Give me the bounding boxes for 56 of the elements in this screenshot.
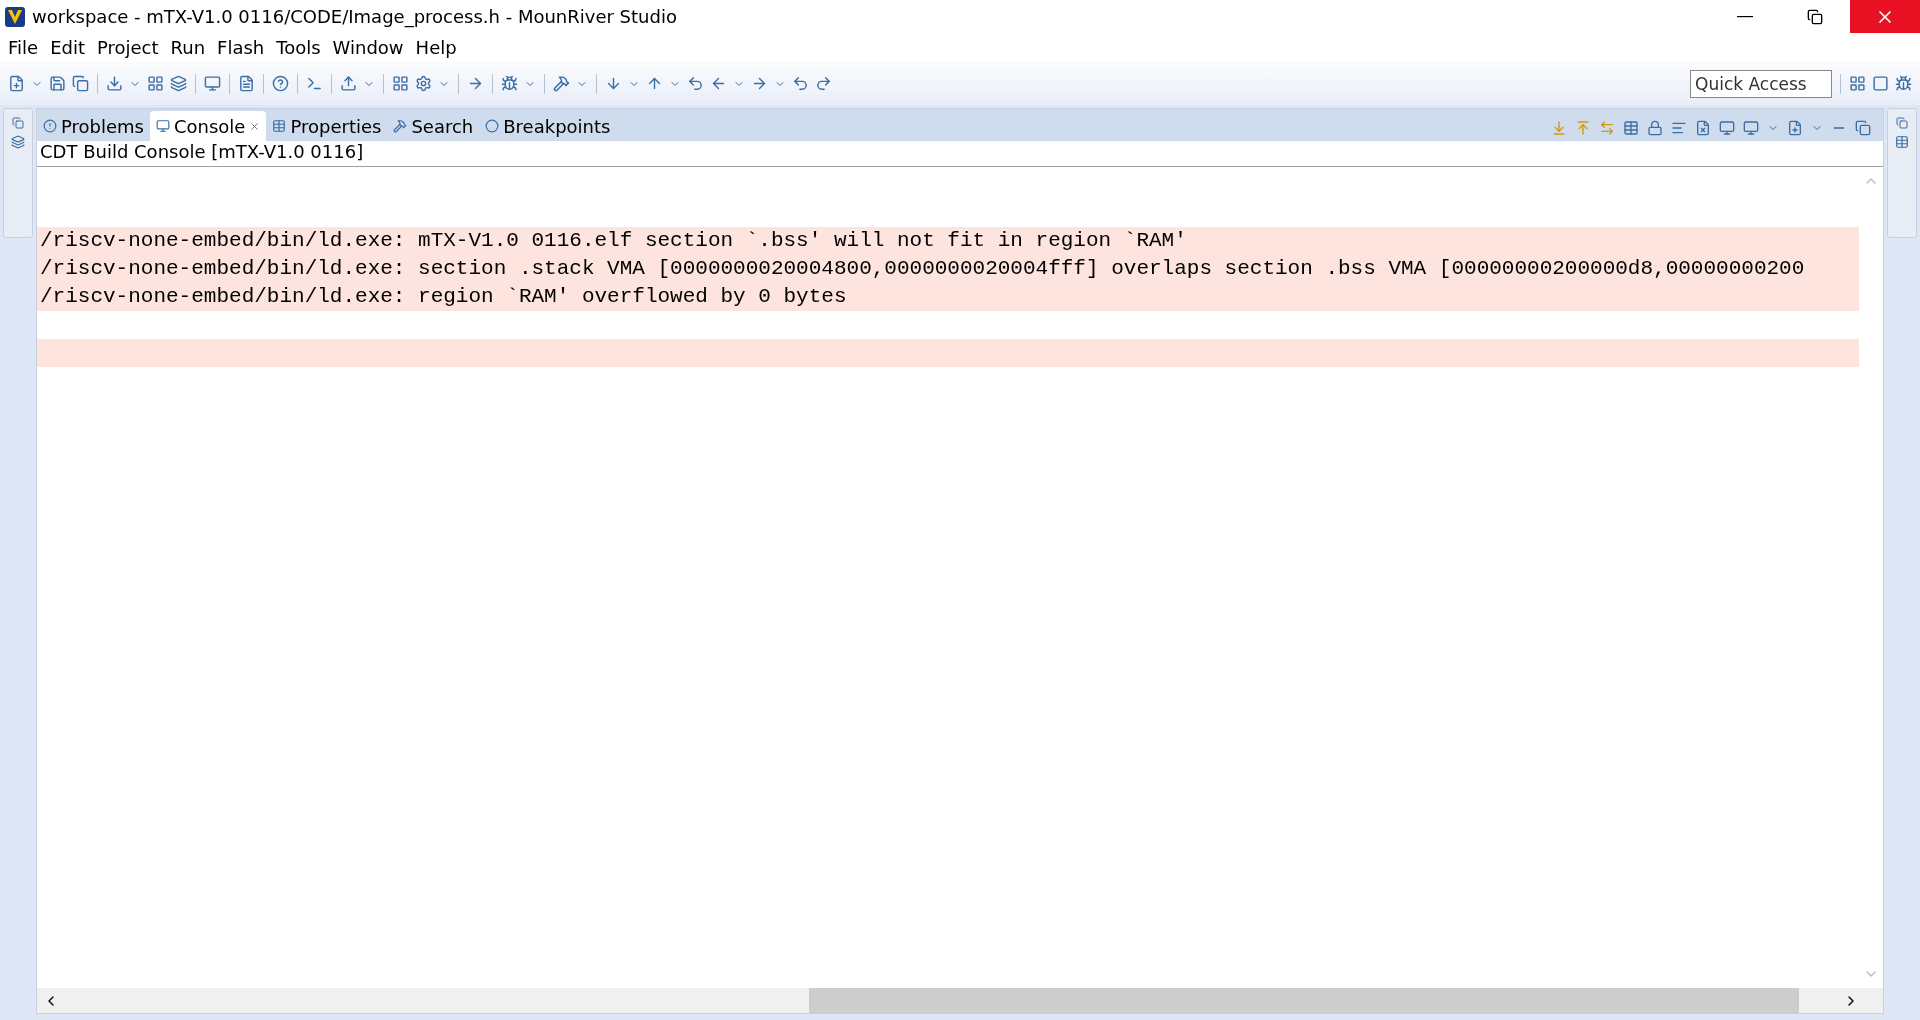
lock-icon[interactable] bbox=[1647, 120, 1663, 136]
console-title: CDT Build Console [mTX-V1.0 0116] bbox=[37, 141, 1883, 167]
table-icon[interactable] bbox=[1623, 120, 1639, 136]
grid-icon[interactable] bbox=[147, 75, 164, 92]
app-logo-icon bbox=[4, 5, 26, 28]
back-icon[interactable] bbox=[792, 75, 809, 92]
forward-icon[interactable] bbox=[815, 75, 832, 92]
minimize-icon bbox=[1737, 15, 1753, 18]
clear-icon[interactable] bbox=[1695, 120, 1711, 136]
monitor-icon[interactable] bbox=[1743, 120, 1759, 136]
save-icon[interactable] bbox=[49, 75, 66, 92]
hammer-icon bbox=[393, 119, 408, 133]
menu-item[interactable]: Edit bbox=[44, 37, 91, 58]
lines-icon[interactable] bbox=[1671, 120, 1687, 136]
hammer-icon[interactable] bbox=[553, 75, 570, 92]
restore-icon bbox=[1807, 8, 1823, 25]
arrow-left-icon[interactable] bbox=[710, 75, 727, 92]
terminal-icon[interactable] bbox=[306, 75, 323, 92]
table-icon bbox=[272, 119, 287, 133]
new-file-icon[interactable] bbox=[8, 75, 25, 92]
menu-item[interactable]: Help bbox=[409, 37, 463, 58]
monitor-icon bbox=[155, 119, 170, 133]
menu-item[interactable]: Tools bbox=[270, 37, 327, 58]
restore-icon[interactable] bbox=[12, 117, 24, 129]
quick-access-field[interactable]: Quick Access bbox=[1690, 69, 1832, 98]
warning-icon bbox=[43, 119, 57, 133]
gear-icon[interactable] bbox=[415, 75, 432, 92]
arrow-right-icon[interactable] bbox=[751, 75, 768, 92]
monitor-icon[interactable] bbox=[204, 75, 221, 92]
layers-icon[interactable] bbox=[170, 75, 187, 92]
menu-item[interactable]: File bbox=[2, 37, 45, 58]
menu-item[interactable]: Run bbox=[164, 37, 212, 58]
grid-icon[interactable] bbox=[392, 75, 409, 92]
document-icon[interactable] bbox=[238, 75, 255, 92]
view-tab[interactable]: Properties bbox=[266, 111, 388, 141]
view-tab[interactable]: Search bbox=[387, 111, 480, 141]
restore-icon[interactable] bbox=[1896, 117, 1908, 129]
circle-icon bbox=[485, 119, 500, 133]
bug-icon[interactable] bbox=[501, 75, 518, 92]
panel-icon[interactable] bbox=[1895, 135, 1909, 149]
view-tab[interactable]: Console bbox=[149, 111, 267, 141]
window-title: workspace - mTX-V1.0 0116/CODE/Image_process.h - MounRiver Studio bbox=[32, 6, 678, 27]
restore-icon[interactable] bbox=[1855, 120, 1871, 136]
close-icon[interactable] bbox=[249, 120, 261, 132]
new-console-icon[interactable] bbox=[1787, 120, 1803, 136]
help-icon[interactable] bbox=[272, 75, 289, 92]
menu-item[interactable]: Project bbox=[91, 37, 165, 58]
menu-item[interactable]: Window bbox=[326, 37, 410, 58]
back-icon[interactable] bbox=[687, 75, 704, 92]
menu-item[interactable]: Flash bbox=[211, 37, 271, 58]
tray-icon[interactable] bbox=[340, 75, 357, 92]
view-tab[interactable]: Problems bbox=[37, 111, 150, 141]
scrollbar-thumb[interactable] bbox=[809, 988, 1799, 1013]
bug-icon[interactable] bbox=[1895, 75, 1912, 92]
view-tab[interactable]: Breakpoints bbox=[479, 111, 617, 141]
download-icon[interactable] bbox=[106, 75, 123, 92]
